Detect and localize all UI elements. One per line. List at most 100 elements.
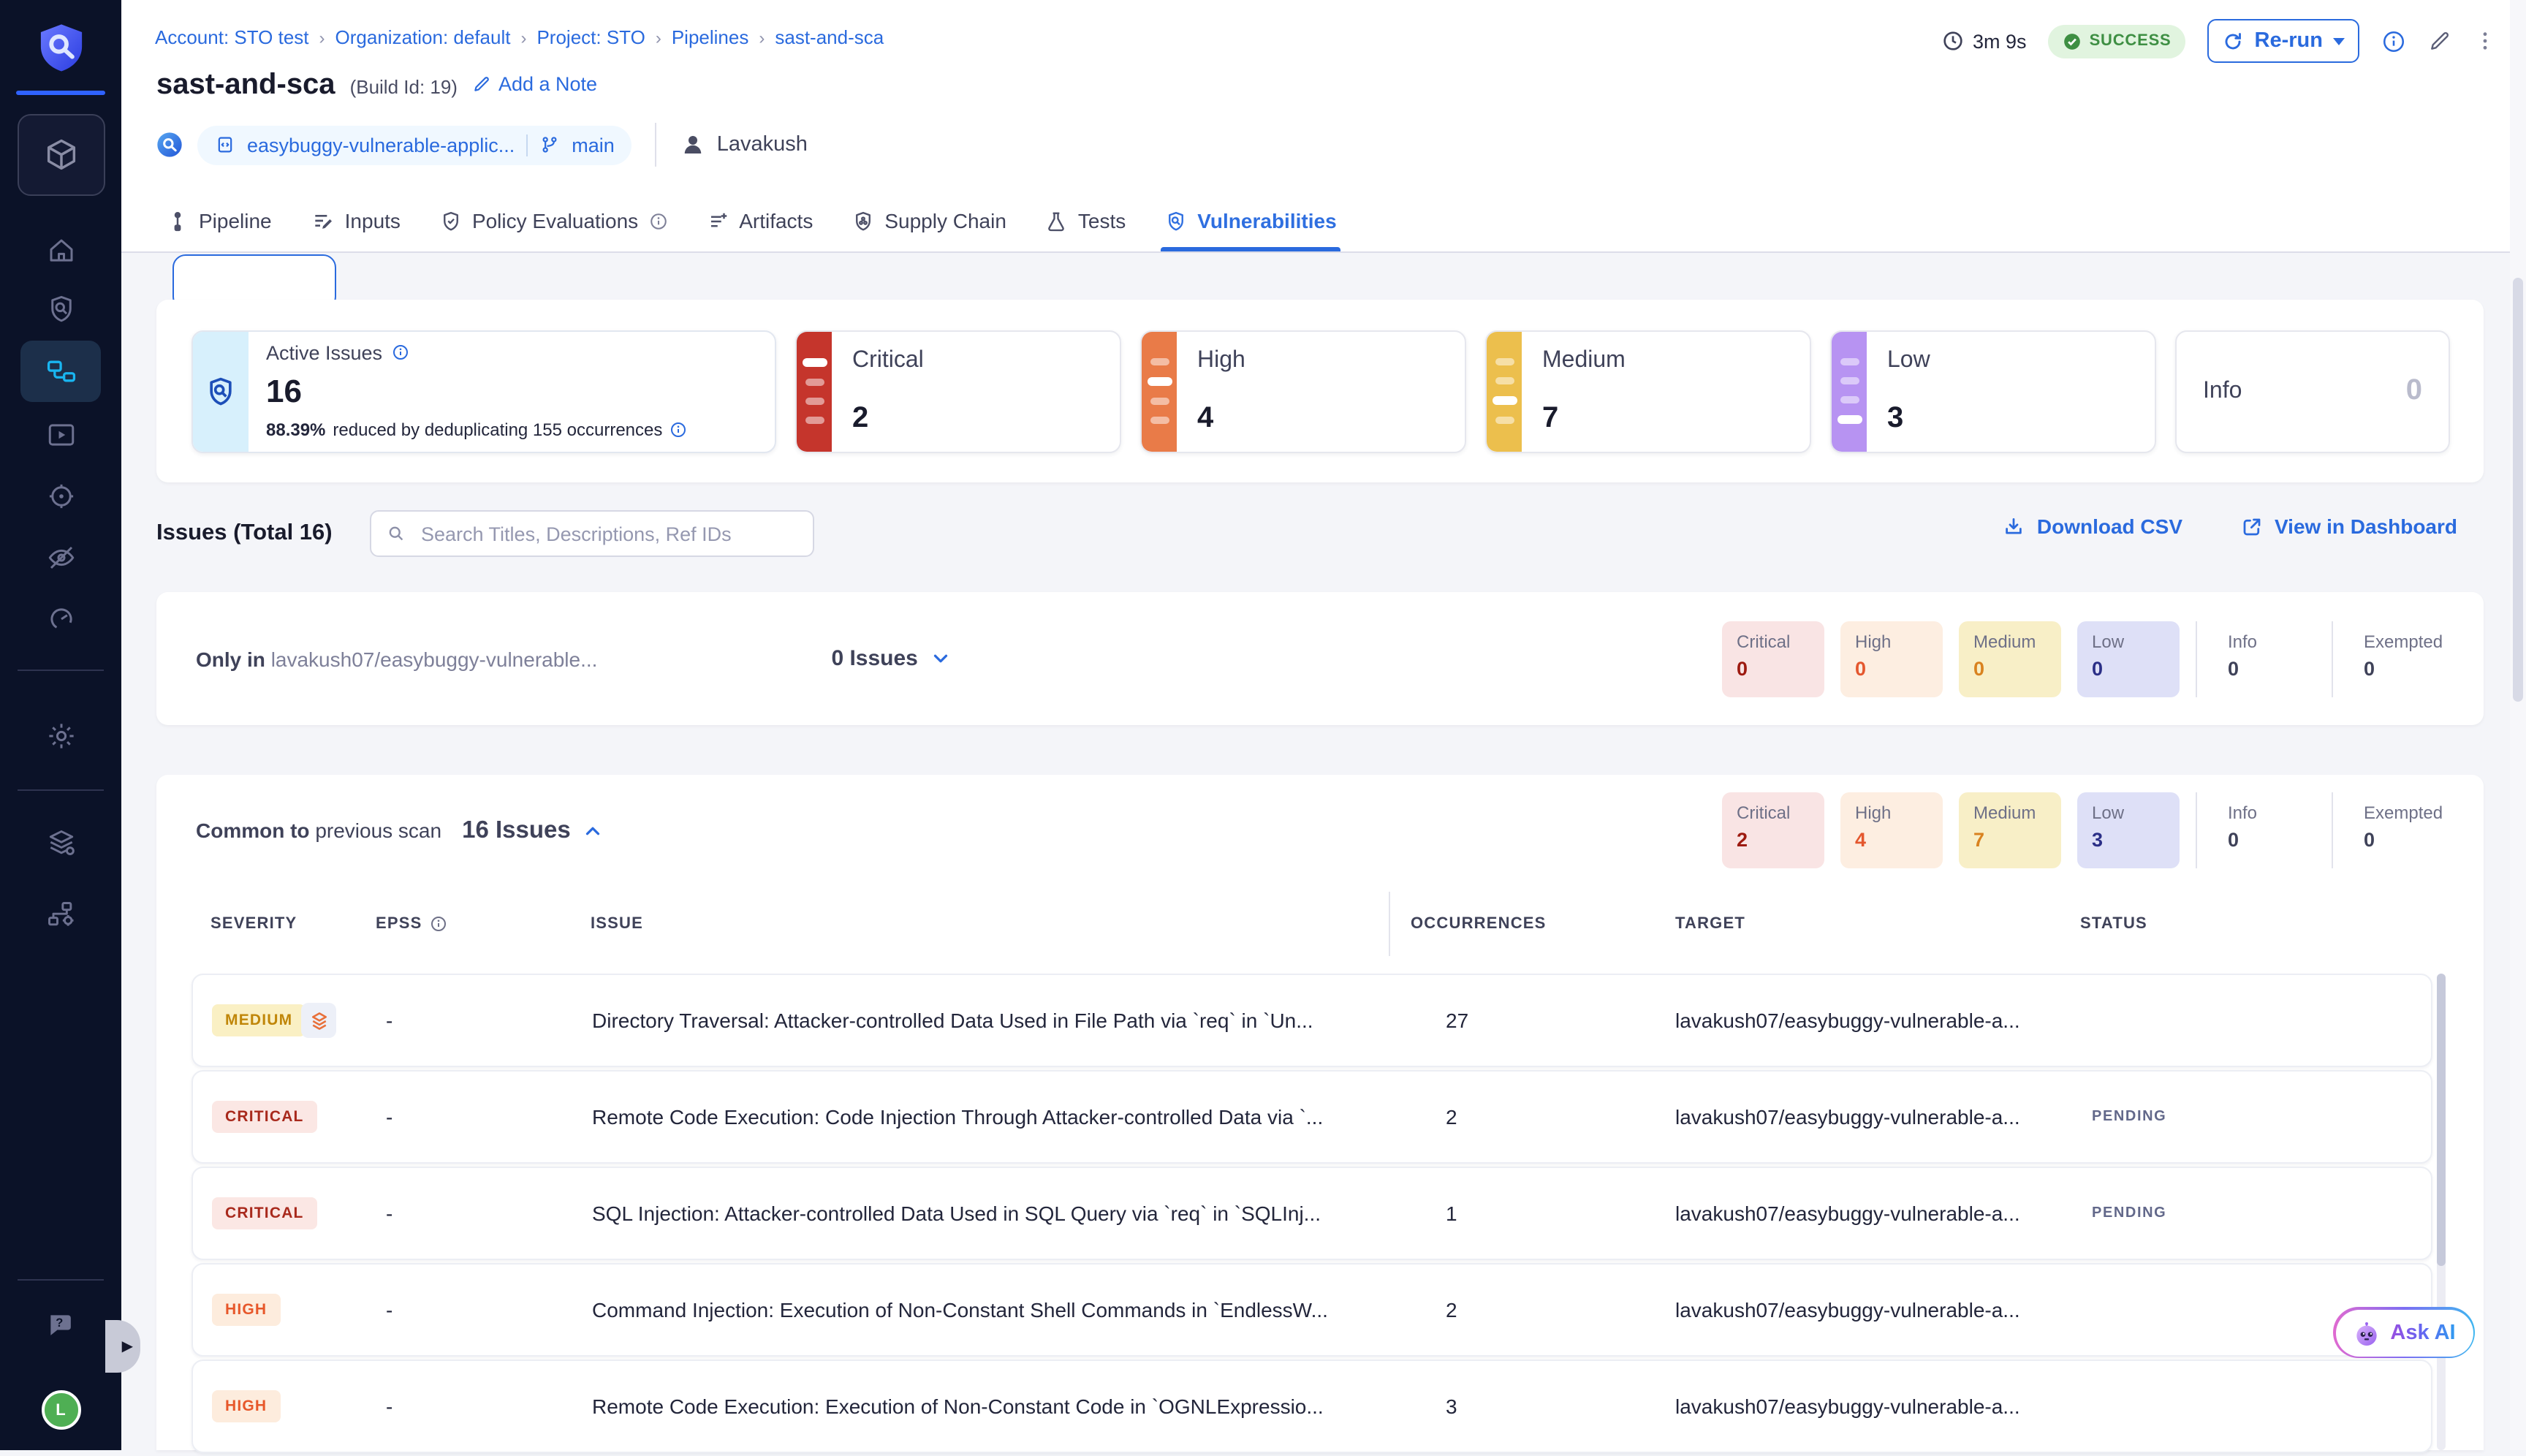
breadcrumb-project[interactable]: Project: STO xyxy=(536,26,645,48)
add-note-link[interactable]: Add a Note xyxy=(472,73,597,95)
repo-branch-pill: easybuggy-vulnerable-applic... main xyxy=(197,125,632,164)
info-icon[interactable] xyxy=(2381,29,2406,53)
tab-artifacts[interactable]: Artifacts xyxy=(707,190,813,251)
sidebar-item-settings[interactable] xyxy=(45,721,76,751)
group-prefix: Only in xyxy=(196,647,265,670)
issues-search xyxy=(370,510,814,557)
home-icon xyxy=(45,235,76,266)
chevron-up-icon xyxy=(583,819,604,841)
chip-low: Low3 xyxy=(2077,792,2180,868)
sidebar-item-home[interactable] xyxy=(45,235,76,266)
triggered-by: Lavakush xyxy=(680,132,808,158)
search-input[interactable] xyxy=(418,521,798,546)
dedupe-percent: 88.39% xyxy=(266,419,325,439)
view-in-dashboard-button[interactable]: View in Dashboard xyxy=(2241,515,2457,538)
tab-policy-evaluations[interactable]: Policy Evaluations xyxy=(440,190,667,251)
breadcrumb-org[interactable]: Organization: default xyxy=(335,26,511,48)
sidebar-item-pipelines-active[interactable] xyxy=(20,341,101,402)
high-severity-bar xyxy=(1142,331,1177,451)
page-scrollbar[interactable] xyxy=(2510,0,2526,1450)
table-scrollbar[interactable] xyxy=(2437,974,2446,1450)
cube-icon xyxy=(42,136,80,174)
sidebar-item-help[interactable]: ? xyxy=(45,1310,77,1342)
high-count: 4 xyxy=(1197,401,1245,435)
deduplicated-layers-icon xyxy=(301,1003,336,1038)
info-icon[interactable] xyxy=(430,915,447,933)
occurrences-value: 2 xyxy=(1446,1105,1457,1129)
tab-label: Supply Chain xyxy=(884,209,1006,232)
table-row[interactable]: CRITICAL - SQL Injection: Attacker-contr… xyxy=(191,1167,2432,1260)
run-duration: 3m 9s xyxy=(1941,29,2027,53)
sidebar-item-default-settings[interactable] xyxy=(45,827,77,860)
high-card: High 4 xyxy=(1140,330,1466,452)
group-count-label: 0 Issues xyxy=(831,646,917,671)
severity-badge: CRITICAL xyxy=(212,1101,317,1133)
harness-sto-logo-icon[interactable] xyxy=(34,19,87,77)
table-row[interactable]: HIGH - Command Injection: Execution of N… xyxy=(191,1263,2432,1357)
info-icon[interactable] xyxy=(670,420,687,438)
target-value: lavakush07/easybuggy-vulnerable-a... xyxy=(1675,1105,2020,1129)
chip-divider xyxy=(2332,792,2333,868)
tab-vulnerabilities[interactable]: Vulnerabilities xyxy=(1165,190,1336,251)
status-badge-label: SUCCESS xyxy=(2090,32,2172,50)
sidebar-divider xyxy=(18,789,104,791)
sidebar-item-targets[interactable] xyxy=(45,481,76,512)
page-scrollbar-thumb[interactable] xyxy=(2513,278,2523,702)
low-label: Low xyxy=(1887,347,1930,374)
table-scrollbar-thumb[interactable] xyxy=(2437,974,2446,1266)
header-status: STATUS xyxy=(2080,915,2147,933)
info-count: 0 xyxy=(2406,374,2422,408)
occurrences-value: 1 xyxy=(1446,1202,1457,1225)
breadcrumb-pipelines[interactable]: Pipelines xyxy=(672,26,749,48)
ask-ai-button[interactable]: Ask AI xyxy=(2333,1307,2475,1358)
tab-tests[interactable]: Tests xyxy=(1046,190,1126,251)
sidebar-item-scans[interactable] xyxy=(45,294,76,325)
user-icon xyxy=(680,132,707,158)
user-avatar[interactable]: L xyxy=(41,1390,80,1430)
app-window: ? L ▶ Account: STO test› Organization: d… xyxy=(0,0,2526,1450)
tab-label: Pipeline xyxy=(199,209,272,232)
tab-pipeline[interactable]: Pipeline xyxy=(167,190,272,251)
tab-inputs[interactable]: Inputs xyxy=(311,190,401,251)
shield-scan-icon xyxy=(193,331,249,451)
table-row[interactable]: CRITICAL - Remote Code Execution: Code I… xyxy=(191,1070,2432,1164)
repo-link[interactable]: easybuggy-vulnerable-applic... xyxy=(247,134,515,156)
severity-badge: MEDIUM xyxy=(212,1004,306,1036)
svg-text:?: ? xyxy=(55,1316,62,1330)
run-header: Account: STO test› Organization: default… xyxy=(121,0,2526,253)
inputs-tab-icon xyxy=(311,209,335,232)
gauge-icon xyxy=(45,604,76,634)
group-only-in-panel: Only in lavakush07/easybuggy-vulnerable.… xyxy=(156,592,2484,725)
module-selector-button[interactable] xyxy=(18,114,105,196)
breadcrumb-current[interactable]: sast-and-sca xyxy=(775,26,884,48)
kebab-menu-icon[interactable] xyxy=(2473,29,2497,53)
edit-pencil-icon[interactable] xyxy=(2428,29,2451,53)
group-common-count-toggle[interactable]: 16 Issues xyxy=(462,816,604,844)
table-row[interactable]: HIGH - Remote Code Execution: Execution … xyxy=(191,1360,2432,1453)
sidebar-item-exemptions[interactable] xyxy=(45,542,76,573)
tab-supply-chain[interactable]: Supply Chain xyxy=(852,190,1006,251)
group-common-header: Common to previous scan 16 Issues Critic… xyxy=(196,789,2451,871)
epss-value: - xyxy=(386,1202,392,1225)
low-count: 3 xyxy=(1887,401,1930,435)
medium-severity-bar xyxy=(1487,331,1522,451)
chevron-down-icon xyxy=(930,648,952,670)
branch-link[interactable]: main xyxy=(572,134,615,156)
rerun-label: Re-run xyxy=(2255,29,2323,53)
build-id: (Build Id: 19) xyxy=(350,76,458,98)
breadcrumb-account[interactable]: Account: STO test xyxy=(155,26,309,48)
rerun-button[interactable]: Re-run xyxy=(2208,19,2359,63)
tab-label: Inputs xyxy=(345,209,401,232)
target-value: lavakush07/easybuggy-vulnerable-a... xyxy=(1675,1202,2020,1225)
sidebar-item-tickets[interactable] xyxy=(45,604,76,634)
group-only-count-toggle[interactable]: 0 Issues xyxy=(831,646,951,671)
table-row[interactable]: MEDIUM - Directory Traversal: Attacker-c… xyxy=(191,974,2432,1067)
sidebar-item-executions[interactable] xyxy=(45,420,76,450)
chip-info: Info0 xyxy=(2213,621,2316,697)
active-issues-label: Active Issues xyxy=(266,341,382,363)
download-csv-button[interactable]: Download CSV xyxy=(2003,515,2182,538)
info-icon[interactable] xyxy=(391,344,409,361)
info-icon[interactable] xyxy=(648,211,667,230)
target-icon xyxy=(45,481,76,512)
sidebar-item-org-settings[interactable] xyxy=(45,899,77,931)
